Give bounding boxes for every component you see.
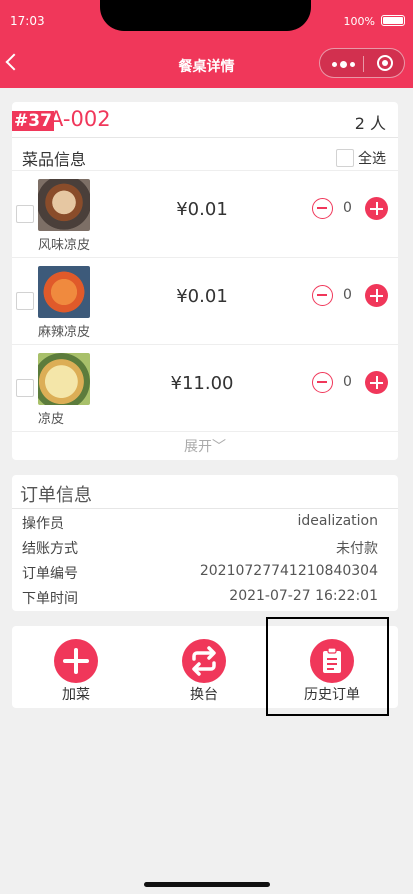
decrement-button[interactable]	[312, 198, 333, 219]
order-info-card: 订单信息 操作员 idealization 结账方式 未付款 订单编号 2021…	[12, 475, 398, 611]
info-row-payment: 结账方式 未付款	[12, 534, 398, 559]
dishes-card: #37 A-002 2 人 菜品信息 全选 风味凉皮 ¥0.01 0 麻辣凉皮 …	[12, 102, 398, 460]
close-target-icon[interactable]	[377, 55, 393, 71]
select-all-checkbox[interactable]	[336, 149, 354, 167]
info-value: 20210727741210840304	[199, 563, 378, 579]
more-icon[interactable]	[332, 61, 358, 68]
info-value: 未付款	[336, 541, 378, 557]
mini-program-capsule	[319, 48, 405, 78]
dish-image	[38, 179, 90, 231]
info-row-order-time: 下单时间 2021-07-27 16:22:01	[12, 584, 398, 609]
guest-count: 2 人	[354, 114, 386, 133]
table-header: #37 A-002 2 人	[12, 102, 398, 138]
info-label: 操作员	[22, 516, 64, 532]
dish-row: 凉皮 ¥11.00 0	[12, 345, 398, 432]
select-all-toggle[interactable]: 全选	[336, 148, 386, 168]
dish-row: 风味凉皮 ¥0.01 0	[12, 171, 398, 258]
add-dish-label: 加菜	[62, 687, 90, 703]
order-info-title: 订单信息	[20, 485, 92, 506]
decrement-button[interactable]	[312, 372, 333, 393]
dishes-section-title: 菜品信息	[22, 150, 87, 169]
dish-name: 风味凉皮	[38, 238, 91, 253]
increment-button[interactable]	[365, 197, 388, 220]
change-table-button[interactable]: 换台	[140, 626, 268, 708]
quantity-stepper: 0	[312, 371, 388, 395]
info-label: 订单编号	[22, 566, 78, 582]
quantity-value: 0	[343, 200, 352, 216]
dish-row: 麻辣凉皮 ¥0.01 0	[12, 258, 398, 345]
dish-name: 凉皮	[38, 412, 65, 427]
dish-image	[38, 353, 90, 405]
dish-name: 麻辣凉皮	[38, 325, 91, 340]
info-row-order-number: 订单编号 20210727741210840304	[12, 559, 398, 584]
home-indicator	[144, 882, 270, 887]
info-label: 下单时间	[22, 591, 78, 607]
capsule-divider	[363, 56, 364, 72]
battery-icon	[381, 15, 405, 26]
dish-price: ¥0.01	[176, 286, 228, 307]
dish-checkbox[interactable]	[16, 292, 34, 310]
dish-price: ¥11.00	[170, 373, 234, 394]
order-info-header: 订单信息	[12, 475, 398, 509]
info-label: 结账方式	[22, 541, 78, 557]
add-dish-button[interactable]: 加菜	[12, 626, 140, 708]
dish-checkbox[interactable]	[16, 205, 34, 223]
increment-button[interactable]	[365, 284, 388, 307]
device-notch	[100, 0, 311, 31]
battery-percent: 100%	[343, 15, 375, 28]
quantity-value: 0	[343, 287, 352, 303]
app-header: 17:03 100% 餐桌详情	[0, 0, 413, 88]
info-row-operator: 操作员 idealization	[12, 509, 398, 534]
dish-price: ¥0.01	[176, 199, 228, 220]
quantity-stepper: 0	[312, 197, 388, 221]
expand-button[interactable]: 展开﹀	[12, 436, 398, 456]
table-code: A-002	[49, 107, 111, 131]
status-time: 17:03	[10, 14, 45, 28]
dish-image	[38, 266, 90, 318]
swap-icon	[182, 639, 226, 683]
dishes-section-header: 菜品信息 全选	[12, 138, 398, 171]
plus-icon	[54, 639, 98, 683]
order-number-tag: #37	[12, 111, 54, 131]
quantity-value: 0	[343, 374, 352, 390]
decrement-button[interactable]	[312, 285, 333, 306]
highlight-box	[266, 617, 389, 716]
increment-button[interactable]	[365, 371, 388, 394]
select-all-label: 全选	[358, 151, 386, 167]
dish-checkbox[interactable]	[16, 379, 34, 397]
info-value: 2021-07-27 16:22:01	[229, 588, 378, 604]
info-value: idealization	[297, 513, 379, 529]
change-table-label: 换台	[190, 687, 218, 703]
quantity-stepper: 0	[312, 284, 388, 308]
